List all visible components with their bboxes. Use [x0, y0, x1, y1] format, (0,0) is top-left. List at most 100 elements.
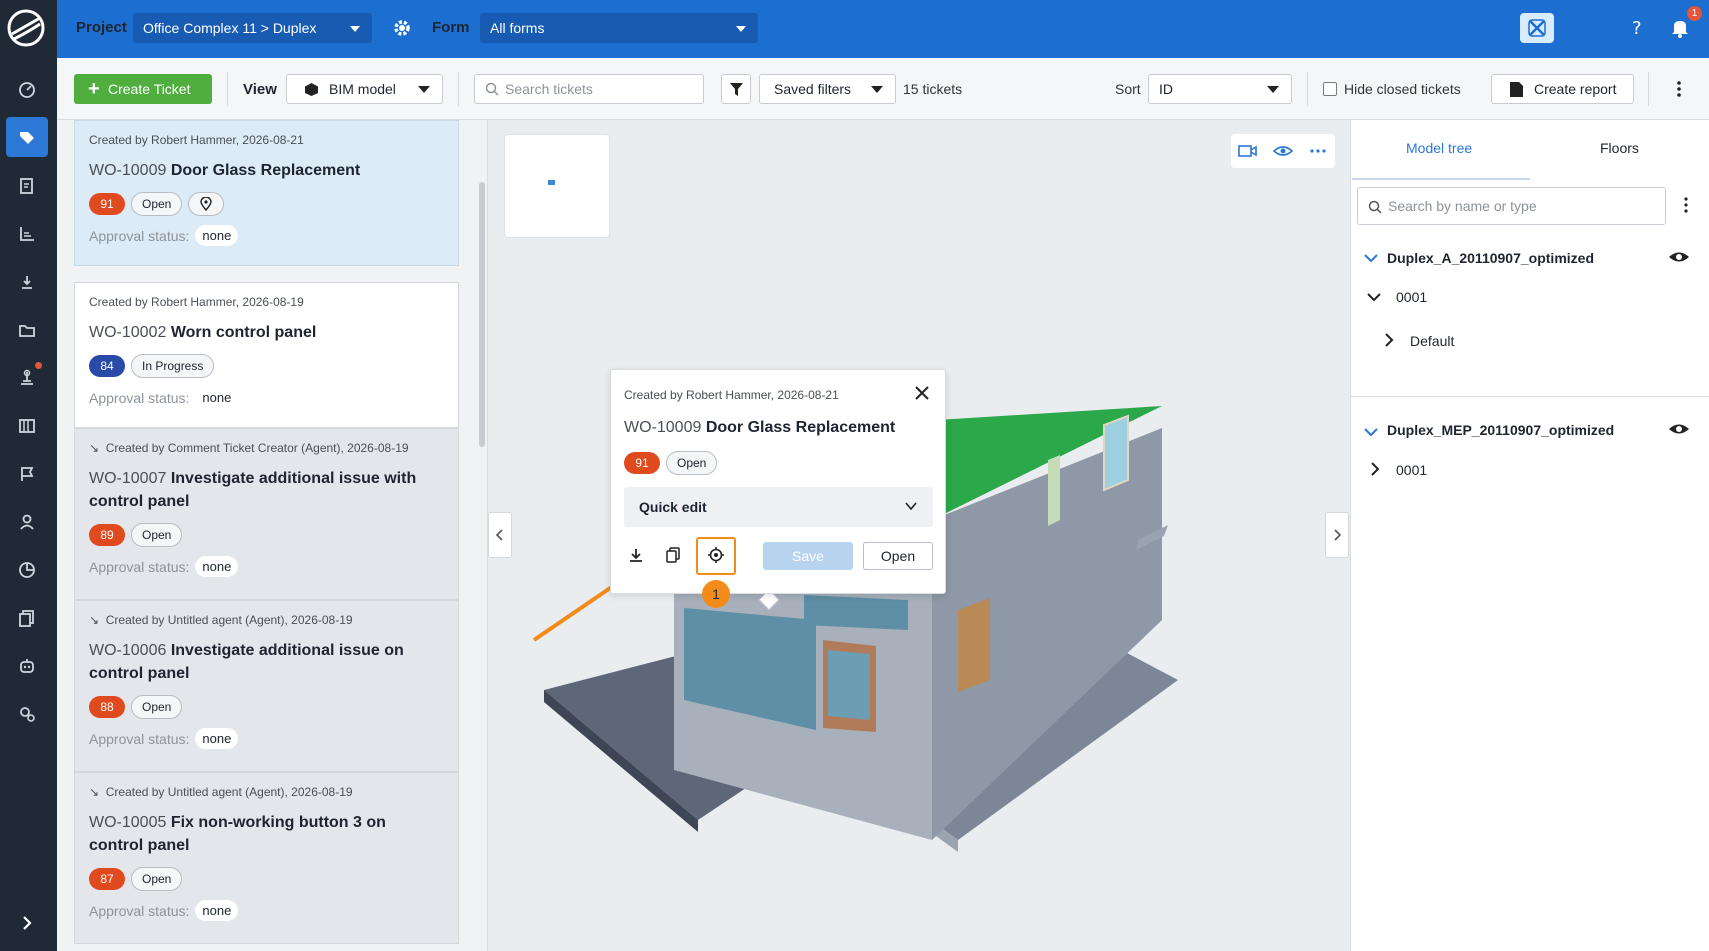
ticket-name: Worn control panel	[170, 324, 317, 341]
create-report-button[interactable]: Create report	[1491, 74, 1634, 104]
saved-filters-select[interactable]: Saved filters	[759, 74, 896, 104]
folder-icon[interactable]	[6, 310, 48, 350]
tree-model-mep[interactable]: Duplex_MEP_20110907_optimized	[1387, 422, 1614, 438]
collapse-left-button[interactable]	[488, 512, 512, 558]
approval-status: Approval status: none	[89, 387, 444, 408]
ticket-title: WO-10006 Investigate additional issue on…	[89, 639, 444, 685]
filter-button[interactable]	[721, 74, 751, 104]
approval-status: Approval status: none	[89, 556, 444, 577]
chevron-down-icon[interactable]	[1364, 427, 1378, 437]
eye-icon[interactable]	[1668, 421, 1690, 437]
ticket-meta: ↘ Created by Untitled agent (Agent), 202…	[89, 785, 353, 799]
popup-title: WO-10009 Door Glass Replacement	[624, 419, 895, 437]
divider	[227, 72, 228, 106]
minimap[interactable]	[504, 134, 610, 238]
list-scrollbar[interactable]	[479, 182, 485, 447]
download-icon[interactable]	[625, 544, 647, 566]
ticket-card[interactable]: ↘ Created by Untitled agent (Agent), 202…	[74, 772, 459, 944]
saved-filters-label: Saved filters	[774, 81, 852, 97]
approval-label: Approval status:	[89, 389, 190, 406]
catalog-icon[interactable]	[6, 406, 48, 446]
ticket-list: Created by Robert Hammer, 2026-08-21 WO-…	[57, 120, 488, 951]
tree-level[interactable]: 0001	[1396, 289, 1427, 305]
chevron-down-icon	[418, 86, 430, 93]
sort-label: Sort	[1115, 81, 1141, 97]
tab-floors[interactable]: Floors	[1600, 140, 1639, 156]
ticket-title: WO-10002 Worn control panel	[89, 321, 444, 344]
forms-icon[interactable]	[6, 166, 48, 206]
model-search-input[interactable]: Search by name or type	[1357, 187, 1666, 225]
copy-icon[interactable]	[662, 544, 684, 566]
camera-icon[interactable]	[1238, 143, 1258, 159]
priority-badge: 89	[89, 524, 125, 546]
filter-icon	[730, 83, 743, 96]
quick-edit-toggle[interactable]: Quick edit	[624, 487, 933, 527]
tree-level[interactable]: 0001	[1396, 462, 1427, 478]
tab-model-tree[interactable]: Model tree	[1406, 140, 1472, 156]
tickets-icon[interactable]	[6, 117, 48, 157]
search-icon	[485, 82, 499, 96]
more-vertical-icon[interactable]	[1678, 196, 1694, 214]
view-value: BIM model	[329, 81, 396, 97]
hide-closed-checkbox[interactable]	[1323, 82, 1337, 96]
open-button[interactable]: Open	[863, 542, 933, 570]
chevron-down-icon	[350, 26, 360, 32]
form-select[interactable]: All forms	[480, 13, 758, 43]
search-tickets-input[interactable]: Search tickets	[474, 74, 704, 104]
notification-dot	[35, 362, 42, 369]
create-ticket-label: Create Ticket	[108, 81, 191, 97]
ticket-popup: Created by Robert Hammer, 2026-08-21 WO-…	[610, 369, 946, 594]
status-badge: Open	[131, 695, 183, 719]
app-switcher-icon[interactable]	[1520, 13, 1554, 43]
analytics-icon[interactable]	[6, 550, 48, 590]
status-badge: Open	[131, 867, 183, 891]
chevron-right-icon[interactable]	[1384, 333, 1394, 347]
create-ticket-button[interactable]: + Create Ticket	[74, 74, 212, 104]
view-select[interactable]: BIM model	[286, 74, 443, 104]
tree-default[interactable]: Default	[1410, 333, 1454, 349]
approval-status: Approval status: none	[89, 900, 444, 921]
ticket-card[interactable]: ↘ Created by Comment Ticket Creator (Age…	[74, 428, 459, 600]
collapse-right-button[interactable]	[1325, 512, 1349, 558]
settings-icon[interactable]	[6, 694, 48, 734]
ticket-meta: ↘ Created by Untitled agent (Agent), 202…	[89, 613, 353, 627]
more-vertical-icon[interactable]	[1669, 80, 1689, 98]
approval-label: Approval status:	[89, 558, 190, 575]
chevron-right-icon	[1334, 529, 1342, 541]
location-pin-icon[interactable]	[188, 192, 225, 216]
ticket-card[interactable]: Created by Robert Hammer, 2026-08-19 WO-…	[74, 282, 459, 428]
dashboard-icon[interactable]	[6, 70, 48, 110]
bell-icon[interactable]	[1668, 16, 1692, 40]
gear-icon[interactable]	[390, 16, 414, 40]
sign-icon[interactable]	[6, 262, 48, 302]
chevron-down-icon	[871, 86, 883, 93]
status-badge: Open	[131, 523, 183, 547]
ticket-title: WO-10005 Fix non-working button 3 on con…	[89, 811, 444, 857]
save-button[interactable]: Save	[763, 542, 853, 570]
eye-icon[interactable]	[1668, 249, 1690, 265]
status-badge: Open	[131, 192, 183, 216]
approval-value: none	[195, 728, 239, 749]
reports-icon[interactable]	[6, 214, 48, 254]
project-select[interactable]: Office Complex 11 > Duplex	[133, 13, 372, 43]
more-horizontal-icon[interactable]	[1308, 143, 1328, 159]
expand-rail-icon[interactable]	[16, 912, 38, 934]
documents-icon[interactable]	[6, 598, 48, 638]
ticket-card[interactable]: ↘ Created by Untitled agent (Agent), 202…	[74, 600, 459, 772]
approval-value: none	[195, 556, 239, 577]
tree-model-a[interactable]: Duplex_A_20110907_optimized	[1387, 250, 1594, 266]
app-logo[interactable]	[6, 8, 46, 48]
popup-ticket-id: WO-10009	[624, 419, 702, 436]
eye-icon[interactable]	[1272, 143, 1293, 159]
ticket-card[interactable]: Created by Robert Hammer, 2026-08-21 WO-…	[74, 120, 459, 266]
robot-icon[interactable]	[6, 646, 48, 686]
help-icon[interactable]: ?	[1625, 16, 1649, 40]
sort-select[interactable]: ID	[1148, 74, 1292, 104]
flag-icon[interactable]	[6, 454, 48, 494]
close-icon[interactable]	[912, 383, 932, 403]
chevron-down-icon[interactable]	[1367, 292, 1381, 302]
chevron-right-icon[interactable]	[1370, 462, 1380, 476]
user-icon[interactable]	[6, 502, 48, 542]
priority-badge: 91	[624, 452, 660, 474]
chevron-down-icon[interactable]	[1364, 253, 1378, 263]
